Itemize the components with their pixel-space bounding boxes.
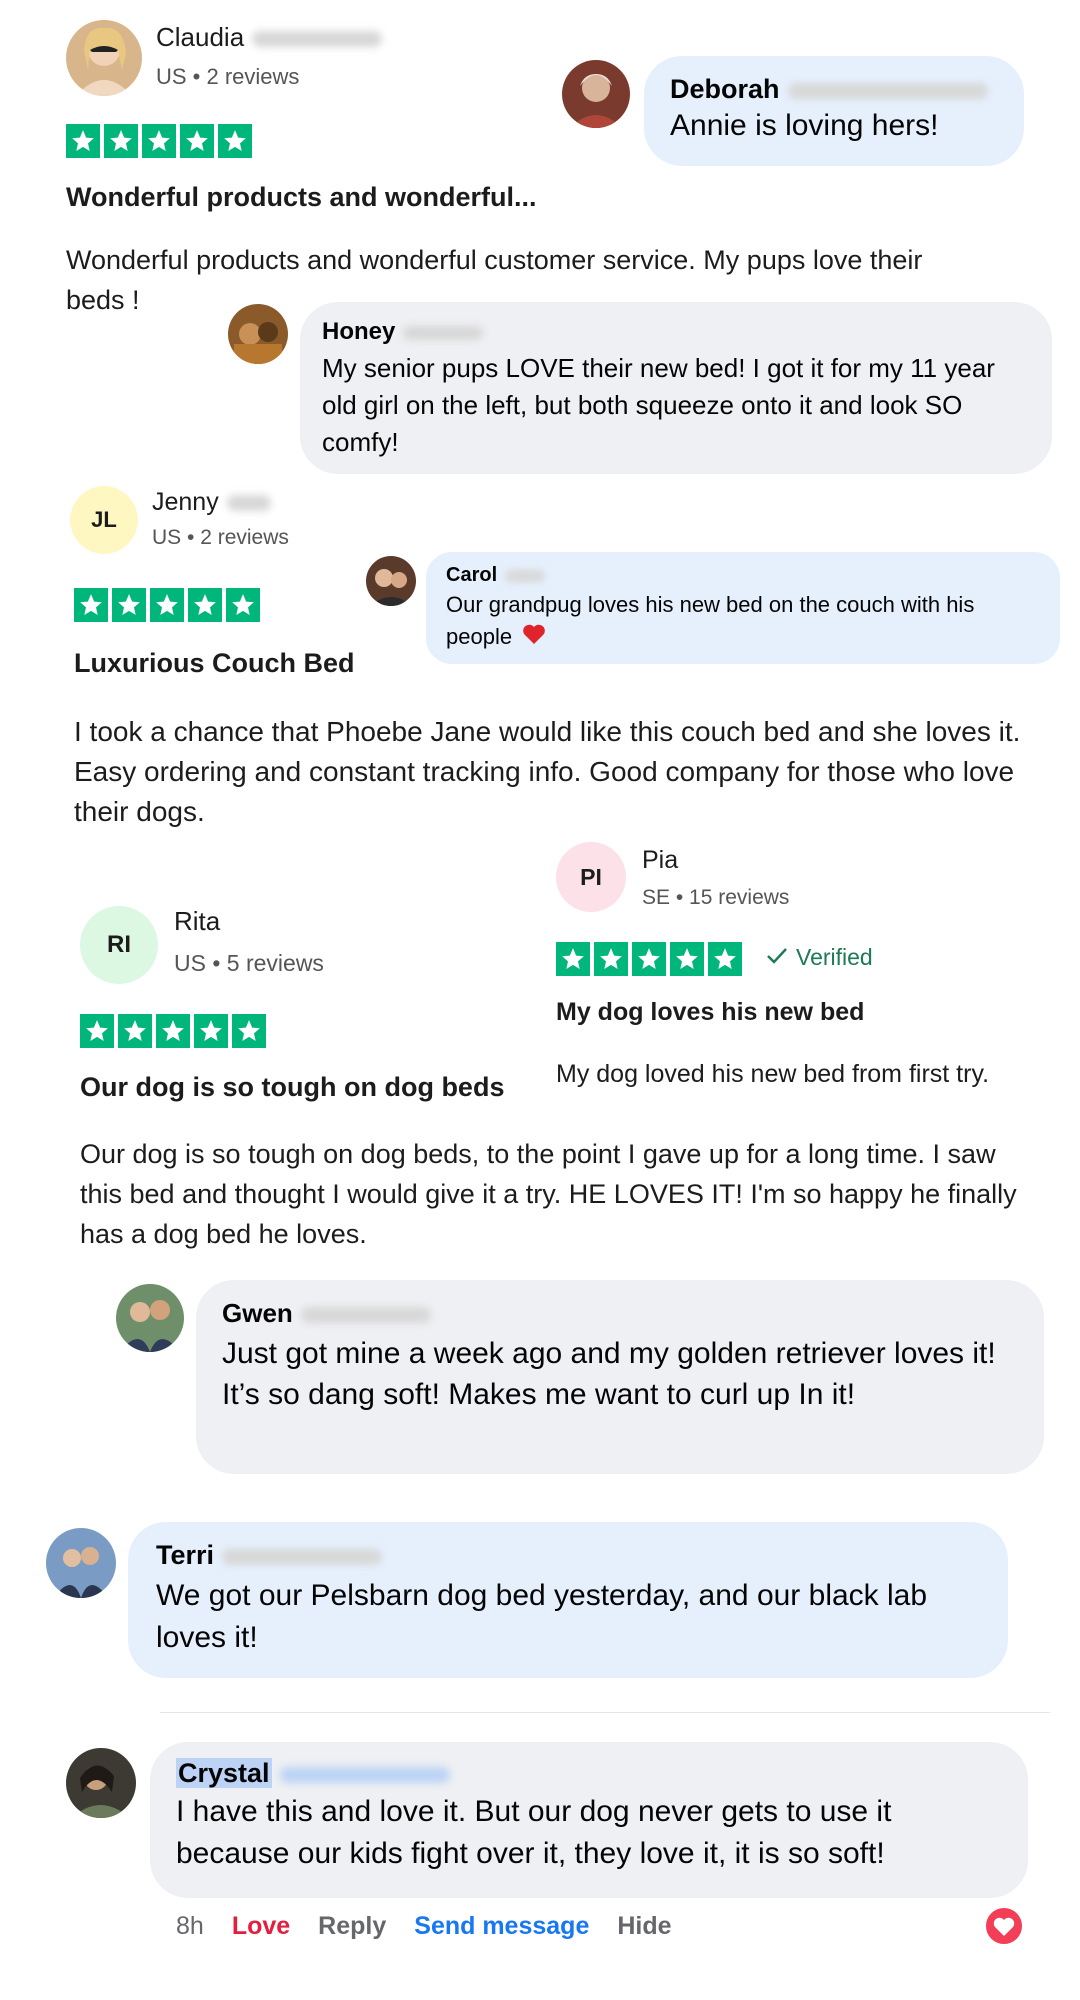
star-rating [556,942,742,976]
star-icon [156,1014,190,1048]
comment-text: Annie is loving hers! [670,109,939,142]
avatar-claudia [66,20,142,96]
star-icon [632,942,666,976]
reviewer-name: Claudia [156,22,383,53]
review-body: My dog loved his new bed from first try. [556,1060,990,1088]
comment-bubble-gwen: Gwen Just got mine a week ago and my gol… [196,1280,1044,1474]
comment-text: My senior pups LOVE their new bed! I got… [322,353,995,457]
comment-text: Just got mine a week ago and my golden r… [222,1337,996,1411]
star-icon [74,588,108,622]
commenter-name: Carol [446,564,1040,587]
star-icon [80,1014,114,1048]
commenter-name: Gwen [222,1298,1018,1329]
reply-button[interactable]: Reply [318,1912,386,1941]
reviewer-meta: US • 5 reviews [174,950,324,976]
star-icon [708,942,742,976]
commenter-name: Terri [156,1540,980,1571]
commenter-name: Crystal [176,1758,1002,1789]
divider [160,1712,1050,1713]
star-icon [188,588,222,622]
avatar-gwen [116,1284,184,1352]
star-icon [104,124,138,158]
hide-button[interactable]: Hide [617,1912,671,1941]
avatar-crystal [66,1748,136,1818]
comment-text: We got our Pelsbarn dog bed yesterday, a… [156,1579,928,1654]
avatar-rita: RI [80,906,158,984]
star-icon [670,942,704,976]
star-icon [218,124,252,158]
comment-bubble-crystal: Crystal I have this and love it. But our… [150,1742,1028,1898]
star-icon [150,588,184,622]
comment-bubble-honey: Honey My senior pups LOVE their new bed!… [300,302,1052,474]
reviewer-meta: US • 2 reviews [152,526,289,549]
star-icon [118,1014,152,1048]
love-button[interactable]: Love [232,1912,290,1941]
review-title: Wonderful products and wonderful... [66,182,537,212]
reviewer-meta: SE • 15 reviews [642,886,790,909]
commenter-name: Honey [322,318,1030,346]
star-icon [556,942,590,976]
review-title: My dog loves his new bed [556,998,865,1026]
star-rating [74,588,260,622]
star-icon [142,124,176,158]
commenter-name: Deborah [670,74,998,105]
review-title: Luxurious Couch Bed [74,648,355,678]
star-icon [180,124,214,158]
star-icon [226,588,260,622]
verified-badge: Verified [766,944,873,971]
avatar-honey [228,304,288,364]
star-icon [232,1014,266,1048]
review-body: I took a chance that Phoebe Jane would l… [74,716,1021,827]
comment-timestamp: 8h [176,1912,204,1940]
star-icon [594,942,628,976]
review-body: Our dog is so tough on dog beds, to the … [80,1139,1017,1249]
comment-bubble-terri: Terri We got our Pelsbarn dog bed yester… [128,1522,1008,1678]
send-message-button[interactable]: Send message [414,1912,589,1941]
star-icon [194,1014,228,1048]
reviewer-name: Pia [642,846,679,874]
review-title: Our dog is so tough on dog beds [80,1072,505,1102]
star-rating [66,124,252,158]
reviewer-name: Jenny [152,488,271,517]
comment-bubble-carol: Carol Our grandpug loves his new bed on … [426,552,1060,664]
star-icon [66,124,100,158]
avatar-terri [46,1528,116,1598]
avatar-jenny: JL [70,486,138,554]
reviewer-meta: US • 2 reviews [156,64,300,89]
avatar-carol [366,556,416,606]
avatar-deborah [562,60,630,128]
star-icon [112,588,146,622]
star-rating [80,1014,266,1048]
comment-text: I have this and love it. But our dog nev… [176,1795,892,1870]
avatar-pia: PI [556,842,626,912]
heart-icon [522,622,546,654]
comment-text-line: Our grandpug loves his new bed on the co… [446,589,1040,654]
love-reaction-icon[interactable] [984,1906,1024,1946]
comment-actions: 8h Love Reply Send message Hide [176,1912,700,1941]
reviewer-name: Rita [174,906,221,936]
check-icon [766,944,788,971]
comment-bubble-deborah: Deborah Annie is loving hers! [644,56,1024,166]
